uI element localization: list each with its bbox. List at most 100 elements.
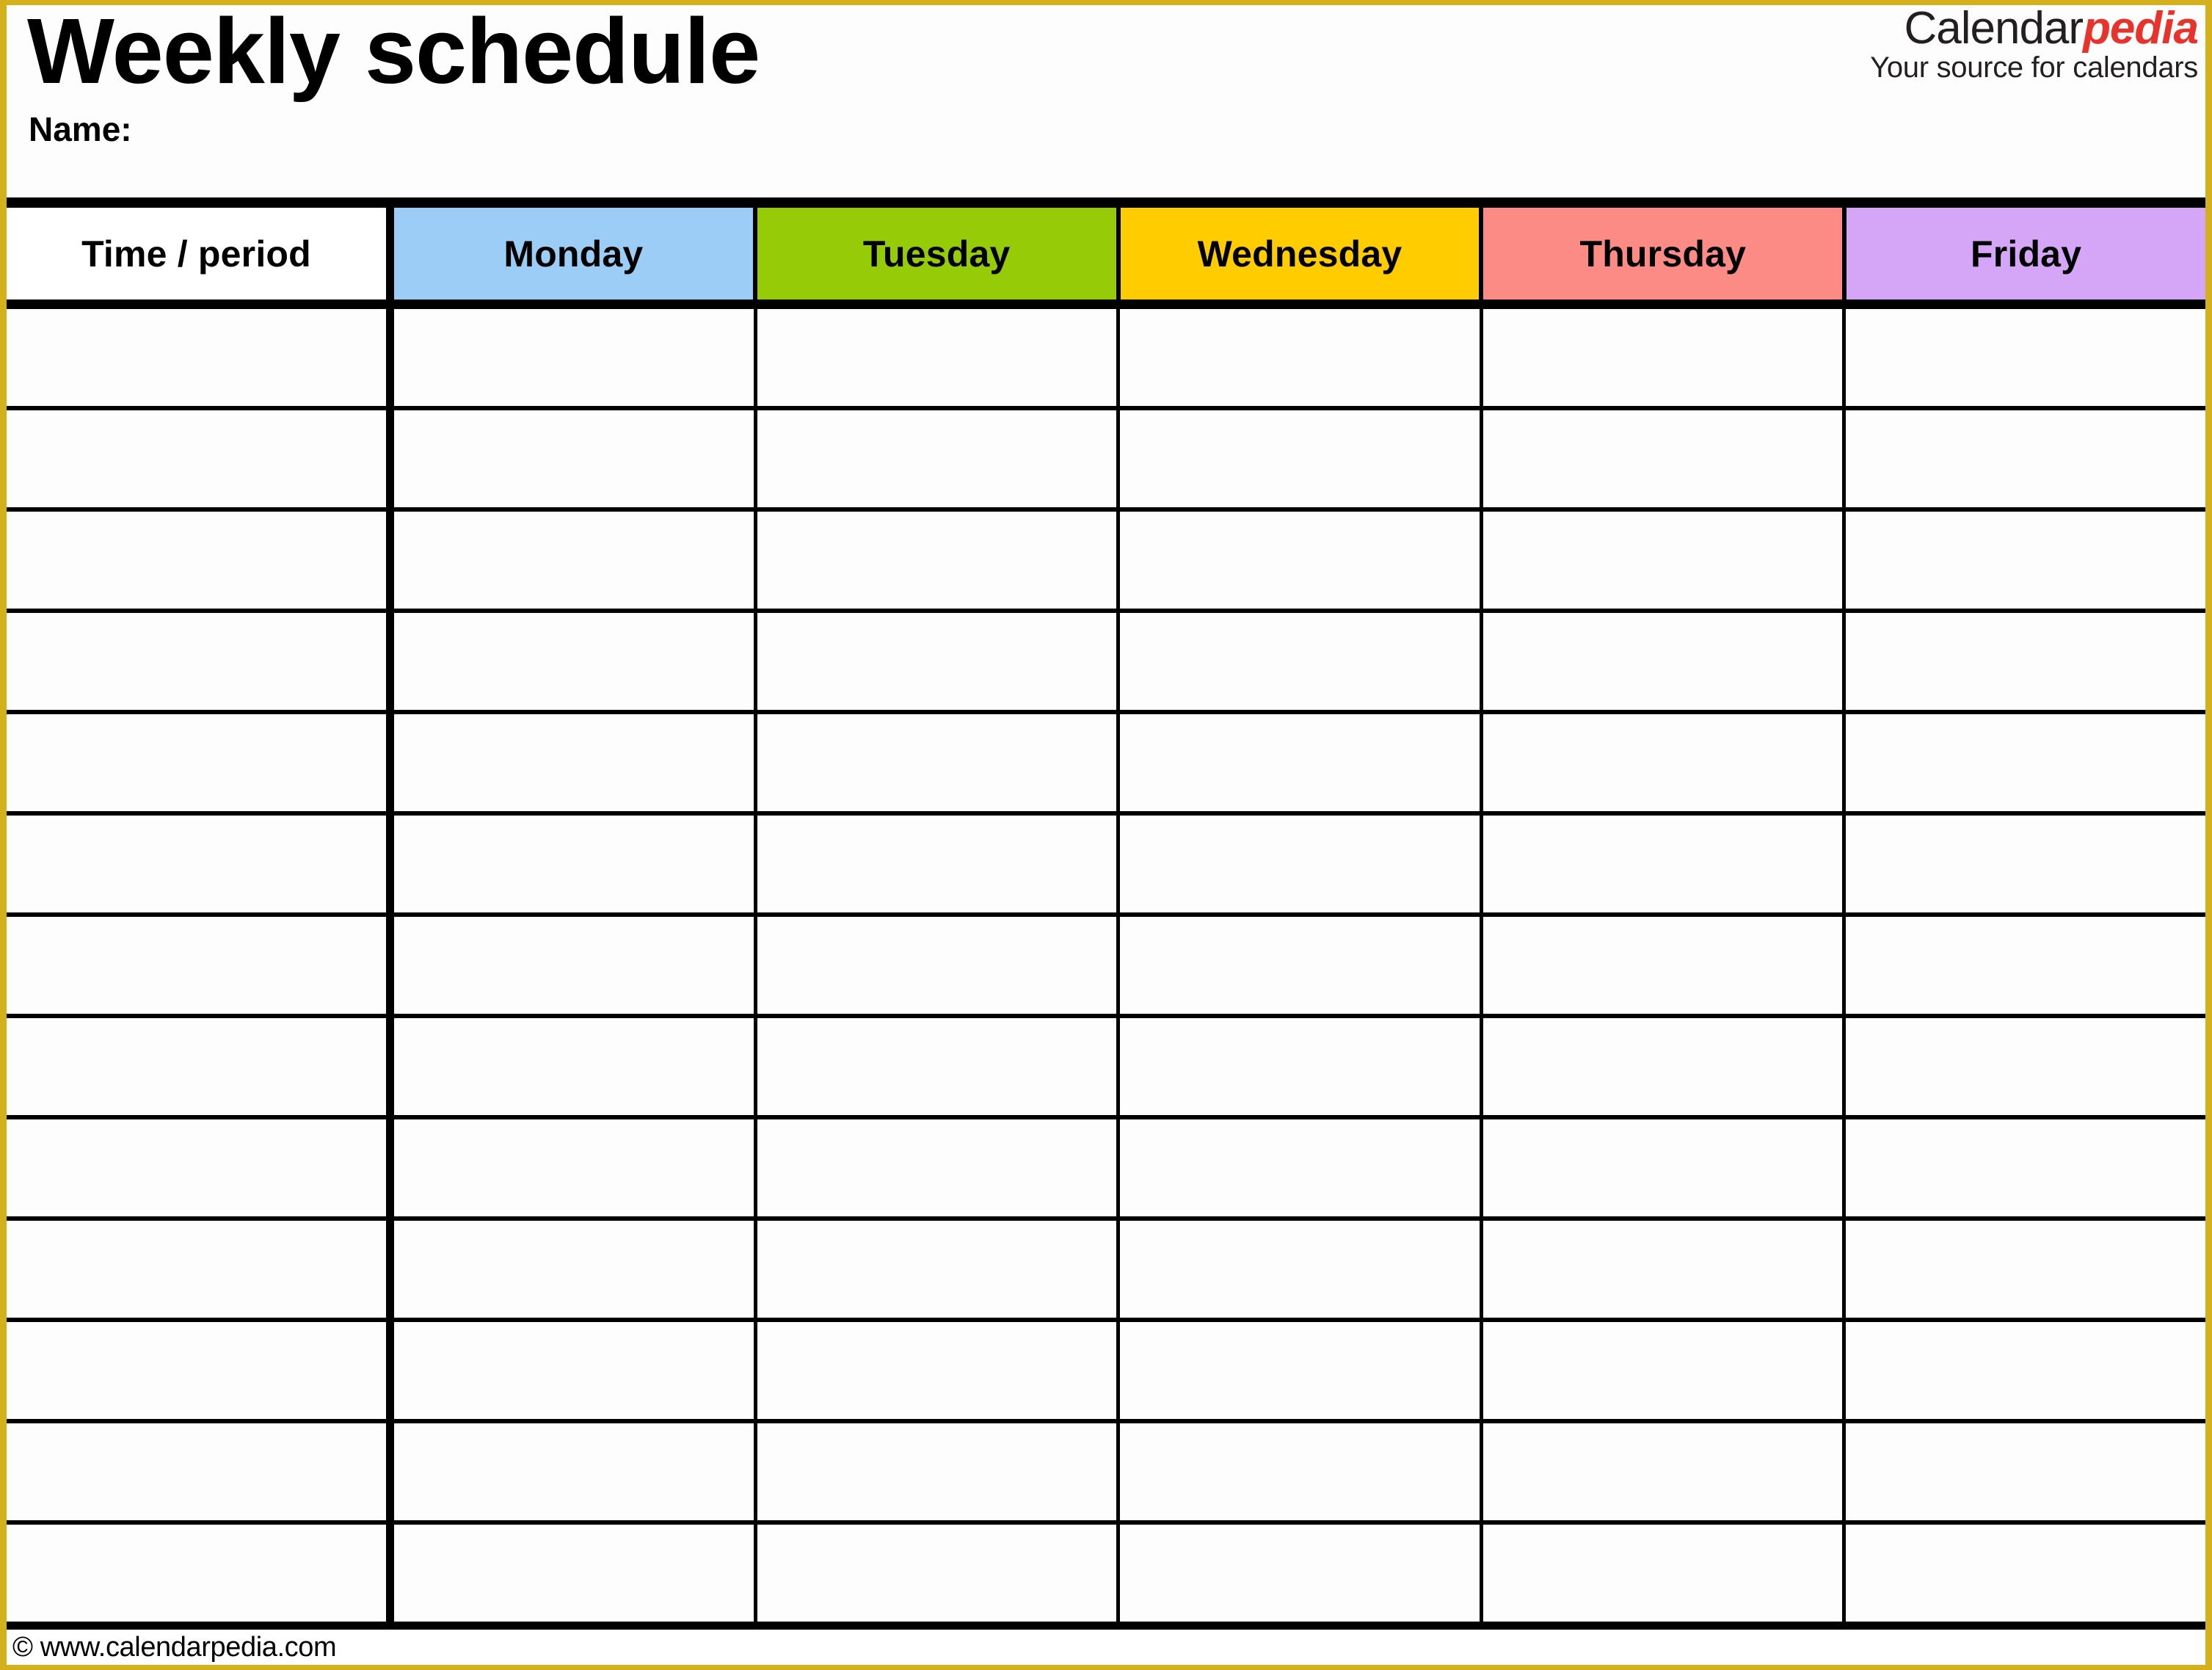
cell-time-period[interactable] xyxy=(7,512,394,609)
cell-thursday[interactable] xyxy=(1482,1018,1847,1115)
cell-thursday[interactable] xyxy=(1482,1423,1847,1520)
cell-monday[interactable] xyxy=(394,1525,757,1622)
cell-wednesday[interactable] xyxy=(1120,1322,1483,1419)
cell-time-period[interactable] xyxy=(7,1423,394,1520)
table-row xyxy=(7,1018,2205,1119)
page-title: Weekly schedule xyxy=(27,0,760,103)
cell-tuesday[interactable] xyxy=(757,1423,1121,1520)
cell-friday[interactable] xyxy=(1846,309,2205,406)
cell-thursday[interactable] xyxy=(1482,1221,1847,1318)
cell-wednesday[interactable] xyxy=(1120,1525,1483,1622)
column-header-label: Tuesday xyxy=(862,233,1011,275)
cell-tuesday[interactable] xyxy=(757,613,1121,710)
cell-tuesday[interactable] xyxy=(757,1119,1121,1216)
cell-monday[interactable] xyxy=(394,512,757,609)
cell-friday[interactable] xyxy=(1846,1221,2205,1318)
cell-monday[interactable] xyxy=(394,1119,757,1216)
cell-wednesday[interactable] xyxy=(1120,816,1483,912)
column-header-wednesday: Wednesday xyxy=(1120,208,1484,299)
cell-time-period[interactable] xyxy=(7,1525,394,1622)
cell-wednesday[interactable] xyxy=(1120,1018,1483,1115)
cell-wednesday[interactable] xyxy=(1120,309,1483,406)
column-header-label: Friday xyxy=(1970,233,2082,275)
cell-wednesday[interactable] xyxy=(1120,714,1483,811)
table-row xyxy=(7,1221,2205,1322)
cell-thursday[interactable] xyxy=(1482,714,1847,811)
name-field-label: Name: xyxy=(29,110,132,148)
cell-monday[interactable] xyxy=(394,613,757,710)
column-header-label: Time / period xyxy=(81,233,311,275)
cell-time-period[interactable] xyxy=(7,1119,394,1216)
cell-thursday[interactable] xyxy=(1482,1322,1847,1419)
cell-tuesday[interactable] xyxy=(757,714,1121,811)
cell-time-period[interactable] xyxy=(7,714,394,811)
schedule-table-body xyxy=(7,309,2205,1630)
calendarpedia-logo: Calendarpedia Your source for calendars xyxy=(1870,3,2199,82)
table-row xyxy=(7,1322,2205,1423)
cell-time-period[interactable] xyxy=(7,613,394,710)
cell-time-period[interactable] xyxy=(7,816,394,912)
cell-friday[interactable] xyxy=(1846,512,2205,609)
cell-time-period[interactable] xyxy=(7,410,394,507)
schedule-table: Time / period Monday Tuesday Wednesday T… xyxy=(7,197,2205,1630)
cell-tuesday[interactable] xyxy=(757,1018,1121,1115)
cell-thursday[interactable] xyxy=(1482,410,1847,507)
brand-wordmark-primary: Calendar xyxy=(1904,3,2084,54)
cell-tuesday[interactable] xyxy=(757,816,1121,912)
column-header-tuesday: Tuesday xyxy=(757,208,1121,299)
table-row xyxy=(7,714,2205,816)
cell-friday[interactable] xyxy=(1846,917,2205,1014)
cell-monday[interactable] xyxy=(394,1423,757,1520)
cell-tuesday[interactable] xyxy=(757,1221,1121,1318)
cell-thursday[interactable] xyxy=(1482,613,1847,710)
cell-monday[interactable] xyxy=(394,714,757,811)
cell-wednesday[interactable] xyxy=(1120,1221,1483,1318)
cell-friday[interactable] xyxy=(1846,1423,2205,1520)
cell-friday[interactable] xyxy=(1846,816,2205,912)
cell-monday[interactable] xyxy=(394,1322,757,1419)
table-row xyxy=(7,410,2205,512)
cell-friday[interactable] xyxy=(1846,1322,2205,1419)
brand-wordmark-accent: pedia xyxy=(2083,3,2199,54)
cell-tuesday[interactable] xyxy=(757,917,1121,1014)
cell-time-period[interactable] xyxy=(7,1322,394,1419)
cell-wednesday[interactable] xyxy=(1120,917,1483,1014)
table-row xyxy=(7,1119,2205,1221)
cell-friday[interactable] xyxy=(1846,613,2205,710)
page-footer: © www.calendarpedia.com xyxy=(7,1630,2205,1665)
cell-thursday[interactable] xyxy=(1482,512,1847,609)
cell-friday[interactable] xyxy=(1846,410,2205,507)
cell-friday[interactable] xyxy=(1846,1525,2205,1622)
cell-thursday[interactable] xyxy=(1482,917,1847,1014)
cell-monday[interactable] xyxy=(394,1018,757,1115)
cell-wednesday[interactable] xyxy=(1120,410,1483,507)
cell-thursday[interactable] xyxy=(1482,816,1847,912)
cell-time-period[interactable] xyxy=(7,1221,394,1318)
cell-thursday[interactable] xyxy=(1482,1119,1847,1216)
cell-time-period[interactable] xyxy=(7,917,394,1014)
cell-monday[interactable] xyxy=(394,410,757,507)
cell-thursday[interactable] xyxy=(1482,309,1847,406)
cell-tuesday[interactable] xyxy=(757,1322,1121,1419)
cell-thursday[interactable] xyxy=(1482,1525,1847,1622)
cell-friday[interactable] xyxy=(1846,1018,2205,1115)
cell-time-period[interactable] xyxy=(7,309,394,406)
footer-copyright: © www.calendarpedia.com xyxy=(12,1631,337,1663)
cell-wednesday[interactable] xyxy=(1120,512,1483,609)
cell-wednesday[interactable] xyxy=(1120,1423,1483,1520)
cell-monday[interactable] xyxy=(394,917,757,1014)
cell-friday[interactable] xyxy=(1846,714,2205,811)
cell-tuesday[interactable] xyxy=(757,1525,1121,1622)
cell-tuesday[interactable] xyxy=(757,512,1121,609)
cell-monday[interactable] xyxy=(394,816,757,912)
cell-tuesday[interactable] xyxy=(757,309,1121,406)
column-header-thursday: Thursday xyxy=(1483,208,1847,299)
cell-wednesday[interactable] xyxy=(1120,613,1483,710)
cell-time-period[interactable] xyxy=(7,1018,394,1115)
cell-monday[interactable] xyxy=(394,309,757,406)
table-row xyxy=(7,512,2205,613)
cell-wednesday[interactable] xyxy=(1120,1119,1483,1216)
cell-monday[interactable] xyxy=(394,1221,757,1318)
cell-friday[interactable] xyxy=(1846,1119,2205,1216)
cell-tuesday[interactable] xyxy=(757,410,1121,507)
